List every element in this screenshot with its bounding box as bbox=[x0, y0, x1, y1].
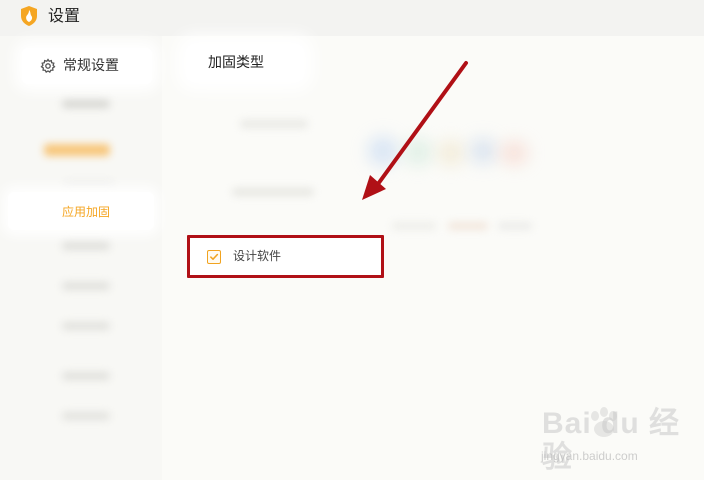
blurred-menu-item bbox=[62, 412, 110, 420]
blurred-app-icon bbox=[500, 141, 528, 165]
blurred-menu-item bbox=[62, 282, 110, 290]
window-title: 设置 bbox=[48, 6, 81, 25]
blurred-menu-item bbox=[62, 242, 110, 250]
blurred-menu-item bbox=[44, 144, 110, 156]
design-software-checkbox[interactable] bbox=[207, 250, 221, 264]
blurred-app-icon bbox=[438, 140, 464, 166]
blurred-app-icon bbox=[404, 138, 432, 166]
gear-icon bbox=[40, 58, 56, 74]
blurred-content bbox=[240, 120, 308, 128]
sidebar-item-label: 应用加固 bbox=[62, 205, 111, 219]
sidebar-item-general-settings[interactable]: 常规设置 bbox=[22, 48, 152, 84]
blurred-app-icon bbox=[470, 138, 496, 164]
tab-label: 加固类型 bbox=[208, 55, 264, 71]
blurred-content bbox=[232, 188, 314, 196]
sidebar: 常规设置 应用加固 bbox=[0, 36, 162, 480]
design-software-label: 设计软件 bbox=[233, 249, 282, 263]
blurred-content bbox=[392, 222, 436, 230]
baidu-jingyan-watermark: Bai du 经验 jingyan.baidu.com bbox=[536, 404, 696, 474]
title-bar: 设置 bbox=[0, 0, 704, 36]
blurred-divider bbox=[64, 182, 114, 184]
blurred-menu-item bbox=[62, 100, 110, 108]
watermark-logo-text: Bai du 经验 bbox=[542, 407, 681, 474]
blurred-menu-item bbox=[62, 372, 110, 380]
blurred-content bbox=[498, 222, 532, 230]
checkmark-icon bbox=[210, 253, 219, 260]
tab-hardening-type[interactable]: 加固类型 bbox=[186, 44, 304, 82]
blurred-content bbox=[448, 222, 488, 230]
highlighted-option-frame: 设计软件 bbox=[187, 235, 384, 278]
sidebar-item-app-hardening[interactable]: 应用加固 bbox=[8, 192, 154, 230]
blurred-app-icon bbox=[368, 136, 398, 166]
blurred-menu-item bbox=[62, 322, 110, 330]
app-shield-icon bbox=[21, 6, 37, 26]
sidebar-item-label: 常规设置 bbox=[63, 58, 119, 74]
watermark-url: jingyan.baidu.com bbox=[541, 449, 638, 463]
